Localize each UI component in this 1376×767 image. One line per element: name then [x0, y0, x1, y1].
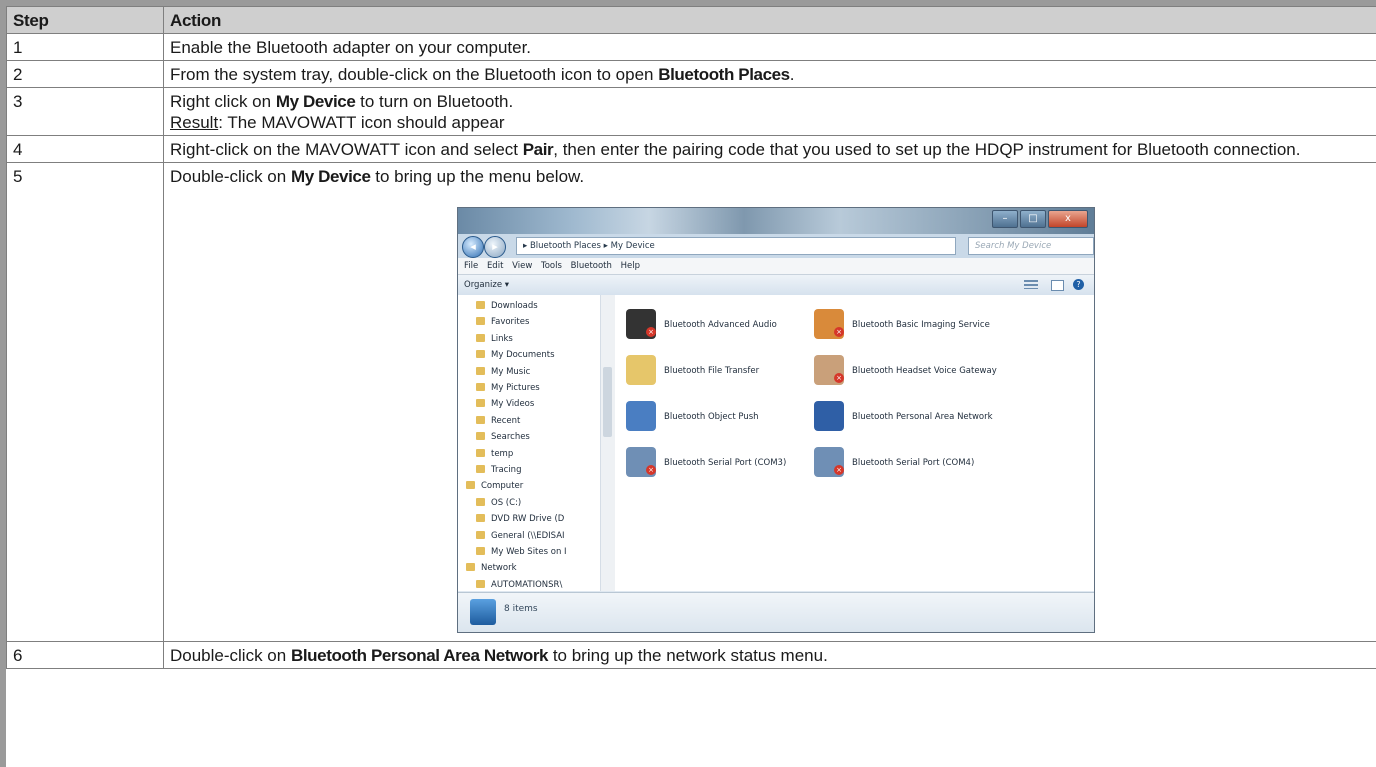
search-input: Search My Device	[968, 237, 1094, 255]
nav-item: My Pictures	[476, 381, 540, 396]
nav-item: General (\\EDISAI	[476, 529, 565, 544]
step-number: 3	[6, 87, 164, 136]
disconnected-icon: ×	[646, 465, 656, 475]
menu-item: Help	[620, 261, 640, 271]
nav-scrollbar	[600, 295, 615, 591]
services-pane: Bluetooth Advanced Audio × Bluetooth Basic…	[616, 295, 1094, 591]
folder-icon	[476, 366, 485, 375]
nav-item: Searches	[476, 430, 530, 445]
step-action: Right-click on the MAVOWATT icon and sel…	[163, 135, 1376, 163]
bluetooth-device-icon	[470, 599, 496, 625]
address-bar: ◂ ▸ ▸ Bluetooth Places ▸ My Device Searc…	[458, 234, 1094, 258]
table-row: 3 Right click on My Device to turn on Bl…	[6, 87, 1376, 136]
views-icon	[1024, 280, 1038, 289]
nav-item: Links	[476, 332, 513, 347]
result-label: Result	[170, 113, 219, 132]
document-page: Step Action 1 Enable the Bluetooth adapt…	[0, 0, 1376, 767]
nav-item: Tracing	[476, 463, 521, 478]
nav-item: Favorites	[476, 315, 529, 330]
nav-item: My Music	[476, 365, 530, 380]
table-row: 6 Double-click on Bluetooth Personal Are…	[6, 641, 1376, 669]
step-action: Enable the Bluetooth adapter on your com…	[163, 33, 1376, 61]
table-row: 5 Double-click on My Device to bring up …	[6, 162, 1376, 642]
window-titlebar: – □ x	[458, 208, 1094, 234]
service-icon	[626, 401, 656, 431]
folder-icon	[476, 497, 485, 506]
menu-bar: File Edit View Tools Bluetooth Help	[458, 258, 1094, 275]
folder-icon	[476, 333, 485, 342]
nav-item: My Documents	[476, 348, 555, 363]
table-row: 4 Right-click on the MAVOWATT icon and s…	[6, 135, 1376, 163]
service-icon	[626, 355, 656, 385]
folder-icon	[476, 350, 485, 359]
step-number: 6	[6, 641, 164, 669]
folder-icon	[466, 481, 475, 490]
nav-item: AUTOMATIONSR\	[476, 578, 562, 591]
maximize-button: □	[1020, 210, 1046, 228]
nav-item: Network	[466, 561, 517, 576]
nav-item: temp	[476, 447, 513, 462]
disconnected-icon: ×	[646, 327, 656, 337]
help-icon: ?	[1073, 279, 1084, 290]
folder-icon	[476, 514, 485, 523]
forward-icon: ▸	[484, 236, 506, 258]
nav-item: DVD RW Drive (D	[476, 512, 564, 527]
nav-item: Downloads	[476, 299, 538, 314]
folder-icon	[476, 579, 485, 588]
close-button: x	[1048, 210, 1088, 228]
menu-item: View	[512, 261, 533, 271]
table-header-row: Step Action	[6, 6, 1376, 34]
disconnected-icon: ×	[834, 373, 844, 383]
folder-icon	[476, 317, 485, 326]
nav-item: My Videos	[476, 397, 534, 412]
organize-menu: Organize ▾	[464, 280, 510, 290]
preview-pane-icon	[1051, 280, 1064, 291]
item-count: 8 items	[504, 604, 538, 614]
folder-icon	[476, 530, 485, 539]
command-bar: Organize ▾ ?	[458, 275, 1094, 296]
folder-icon	[476, 547, 485, 555]
disconnected-icon: ×	[834, 327, 844, 337]
service-icon	[814, 401, 844, 431]
step-number: 4	[6, 135, 164, 163]
nav-item: Recent	[476, 414, 520, 429]
nav-item: Computer	[466, 479, 523, 494]
folder-icon	[476, 301, 485, 309]
navigation-pane: Downloads Favorites Links My Documents My Mu…	[458, 295, 617, 591]
folder-icon	[466, 563, 475, 572]
folder-icon	[476, 415, 485, 424]
folder-icon	[476, 399, 485, 408]
table-row: 1 Enable the Bluetooth adapter on your c…	[6, 33, 1376, 61]
menu-item: File	[464, 261, 479, 271]
table-row: 2 From the system tray, double-click on …	[6, 60, 1376, 88]
step-number: 1	[6, 33, 164, 61]
steps-table: Step Action 1 Enable the Bluetooth adapt…	[6, 6, 1376, 669]
step-number: 2	[6, 60, 164, 88]
step-action: From the system tray, double-click on th…	[163, 60, 1376, 88]
disconnected-icon: ×	[834, 465, 844, 475]
menu-item: Tools	[540, 261, 562, 271]
step-number: 5	[6, 162, 164, 642]
minimize-button: –	[992, 210, 1018, 228]
menu-item: Edit	[486, 261, 504, 271]
folder-icon	[476, 432, 485, 441]
step-action: Double-click on Bluetooth Personal Area …	[163, 641, 1376, 669]
nav-item: OS (C:)	[476, 496, 521, 511]
explorer-screenshot: – □ x ◂ ▸ ▸ Bluetooth Places ▸ My Device…	[457, 207, 1095, 633]
nav-item: My Web Sites on I	[476, 545, 567, 560]
step-action: Right click on My Device to turn on Blue…	[163, 87, 1376, 136]
breadcrumb: ▸ Bluetooth Places ▸ My Device	[516, 237, 956, 255]
header-action: Action	[163, 6, 1376, 34]
scroll-thumb	[603, 367, 612, 437]
folder-icon	[476, 465, 485, 473]
step-action: Double-click on My Device to bring up th…	[163, 162, 1376, 642]
status-bar: 8 items	[458, 592, 1094, 632]
menu-item: Bluetooth	[570, 261, 612, 271]
folder-icon	[476, 448, 485, 457]
back-icon: ◂	[462, 236, 484, 258]
header-step: Step	[6, 6, 164, 34]
folder-icon	[476, 383, 485, 391]
